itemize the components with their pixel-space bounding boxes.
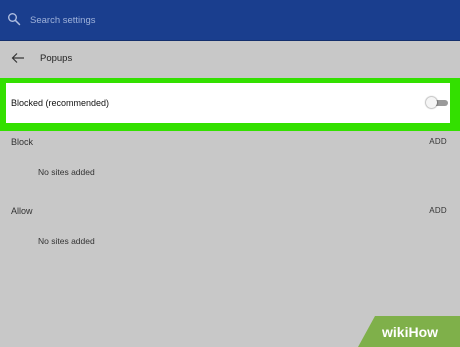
page-title: Popups: [40, 53, 73, 64]
blocked-toggle[interactable]: [426, 97, 448, 108]
blocked-setting-label: Blocked (recommended): [11, 98, 110, 108]
search-input[interactable]: [30, 11, 330, 29]
block-section: Block ADD No sites added: [0, 137, 460, 193]
allow-add-button[interactable]: ADD: [429, 206, 447, 215]
allow-section-heading: Allow: [11, 206, 33, 216]
arrow-left-icon[interactable]: [11, 52, 25, 64]
blocked-setting-row[interactable]: Blocked (recommended): [6, 83, 450, 123]
toggle-knob: [426, 97, 437, 108]
highlight-frame: Blocked (recommended): [0, 78, 460, 131]
block-add-button[interactable]: ADD: [429, 137, 447, 146]
settings-topbar: [0, 0, 460, 41]
block-empty-text: No sites added: [38, 167, 95, 177]
page-header: Popups: [0, 41, 460, 75]
search-icon[interactable]: [7, 12, 21, 26]
block-section-heading: Block: [11, 137, 34, 147]
wikihow-watermark: wikiHow: [358, 316, 460, 347]
svg-text:wikiHow: wikiHow: [381, 324, 438, 340]
allow-empty-text: No sites added: [38, 236, 95, 246]
allow-section: Allow ADD No sites added: [0, 206, 460, 262]
